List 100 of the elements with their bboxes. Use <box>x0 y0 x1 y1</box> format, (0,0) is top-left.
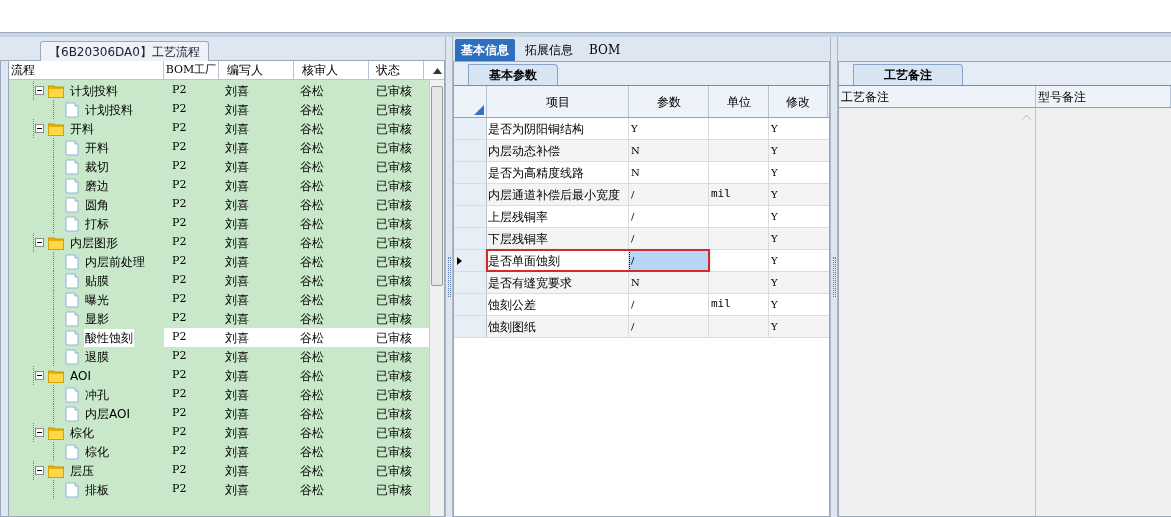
column-header[interactable]: 修改 <box>769 86 828 117</box>
tree-item[interactable]: 圆角 <box>84 195 110 214</box>
column-header[interactable]: 编写人 <box>219 61 294 79</box>
tree-item[interactable]: 贴膜 <box>84 271 110 290</box>
table-cell[interactable]: 蚀刻公差 <box>487 294 629 315</box>
column-header[interactable]: 项目 <box>487 86 629 117</box>
table-cell[interactable]: / <box>629 316 709 337</box>
table-cell-text: P2 <box>171 386 188 403</box>
tree-item[interactable]: 计划投料 <box>69 81 119 100</box>
table-cell[interactable]: 上层残铜率 <box>487 206 629 227</box>
table-cell-text: 谷松 <box>299 329 325 347</box>
table-cell[interactable]: N <box>629 140 709 161</box>
column-header[interactable]: BOM工厂 <box>164 61 219 79</box>
table-cell[interactable]: Y <box>769 316 828 337</box>
table-cell-text: 刘喜 <box>224 424 250 442</box>
table-cell-text: 谷松 <box>299 462 325 480</box>
tree-item[interactable]: 计划投料 <box>84 100 134 119</box>
collapse-toggle[interactable] <box>35 238 44 247</box>
table-cell[interactable]: Y <box>769 162 828 183</box>
table-cell[interactable]: / <box>629 206 709 227</box>
column-header[interactable]: 核审人 <box>294 61 369 79</box>
column-header[interactable]: 单位 <box>709 86 769 117</box>
tree-item[interactable]: 棕化 <box>84 442 110 461</box>
tab[interactable]: 工艺备注 <box>853 64 963 85</box>
table-cell[interactable]: N <box>629 162 709 183</box>
column-header[interactable]: 参数 <box>629 86 709 117</box>
tree-item[interactable]: 层压 <box>69 461 95 480</box>
tree-item[interactable]: 磨边 <box>84 176 110 195</box>
table-cell-text: 刘喜 <box>224 215 250 233</box>
tree-item[interactable]: AOI <box>69 366 92 385</box>
table-cell[interactable]: 下层残铜率 <box>487 228 629 249</box>
tab[interactable]: BOM <box>583 39 627 61</box>
document-icon <box>65 291 79 308</box>
table-cell[interactable]: 是否有缝宽要求 <box>487 272 629 293</box>
tree-item[interactable]: 裁切 <box>84 157 110 176</box>
collapse-toggle[interactable] <box>35 466 44 475</box>
collapse-toggle[interactable] <box>35 371 44 380</box>
tab[interactable]: 基本参数 <box>468 64 558 85</box>
column-header[interactable]: 工艺备注 <box>839 86 1036 107</box>
row-header[interactable] <box>454 250 487 271</box>
splitter-handle[interactable] <box>447 257 451 297</box>
table-cell-text: 已审核 <box>375 101 413 119</box>
table-cell[interactable]: 内层通道补偿后最小宽度 <box>487 184 629 205</box>
tree-item[interactable]: 退膜 <box>84 347 110 366</box>
table-cell-text: 刘喜 <box>224 120 250 138</box>
tree-item[interactable]: 排板 <box>84 480 110 499</box>
table-cell[interactable]: 是否为阴阳铜结构 <box>487 118 629 139</box>
table-cell-text: P2 <box>171 215 188 232</box>
document-icon <box>65 348 79 365</box>
table-cell[interactable]: mil <box>709 294 769 315</box>
table-cell[interactable]: Y <box>769 184 828 205</box>
tree-item[interactable]: 内层前处理 <box>84 252 146 271</box>
tree-item[interactable]: 棕化 <box>69 423 95 442</box>
table-cell[interactable]: / <box>629 228 709 249</box>
table-cell[interactable]: Y <box>769 206 828 227</box>
column-header[interactable]: 型号备注 <box>1036 86 1171 107</box>
tree-item[interactable]: 内层图形 <box>69 233 119 252</box>
tab[interactable]: 拓展信息 <box>519 39 579 61</box>
table-cell-text: P2 <box>171 272 188 289</box>
table-cell[interactable]: Y <box>769 272 828 293</box>
table-cell-text: 谷松 <box>299 443 325 461</box>
current-row-icon <box>457 256 462 265</box>
table-cell[interactable]: / <box>629 250 709 271</box>
tree-item[interactable]: 曝光 <box>84 290 110 309</box>
table-cell-text: 刘喜 <box>224 82 250 100</box>
table-cell[interactable]: / <box>629 184 709 205</box>
scroll-up-icon[interactable] <box>432 68 442 74</box>
tree-item[interactable]: 内层AOI <box>84 404 131 423</box>
tree-item[interactable]: 显影 <box>84 309 110 328</box>
tab[interactable]: 基本信息 <box>455 39 515 61</box>
table-cell[interactable]: mil <box>709 184 769 205</box>
table-cell[interactable]: 内层动态补偿 <box>487 140 629 161</box>
table-cell[interactable]: Y <box>769 294 828 315</box>
table-cell[interactable]: Y <box>769 250 828 271</box>
document-icon <box>65 158 79 175</box>
tree-item[interactable]: 开料 <box>84 138 110 157</box>
tree-item[interactable]: 酸性蚀刻 <box>84 328 134 347</box>
table-cell-text: 刘喜 <box>224 253 250 271</box>
table-cell-text: P2 <box>171 158 188 175</box>
collapse-toggle[interactable] <box>35 86 44 95</box>
table-cell[interactable]: N <box>629 272 709 293</box>
table-cell[interactable]: Y <box>629 118 709 139</box>
table-cell[interactable]: Y <box>769 228 828 249</box>
column-header[interactable]: 状态 <box>369 61 424 79</box>
table-cell[interactable]: Y <box>769 118 828 139</box>
collapse-toggle[interactable] <box>35 124 44 133</box>
table-cell[interactable]: 蚀刻图纸 <box>487 316 629 337</box>
table-cell-text: 已审核 <box>375 120 413 138</box>
table-cell-text: 谷松 <box>299 367 325 385</box>
table-cell[interactable]: Y <box>769 140 828 161</box>
collapse-toggle[interactable] <box>35 428 44 437</box>
splitter-handle[interactable] <box>832 257 836 297</box>
tree-item[interactable]: 冲孔 <box>84 385 110 404</box>
table-cell[interactable]: / <box>629 294 709 315</box>
table-cell[interactable]: 是否为高精度线路 <box>487 162 629 183</box>
table-cell-text: P2 <box>171 291 188 308</box>
tree-item[interactable]: 打标 <box>84 214 110 233</box>
group-title: 【6B20306DA0】工艺流程 <box>40 41 209 61</box>
column-header[interactable]: 流程 <box>9 61 164 79</box>
tree-item[interactable]: 开料 <box>69 119 95 138</box>
